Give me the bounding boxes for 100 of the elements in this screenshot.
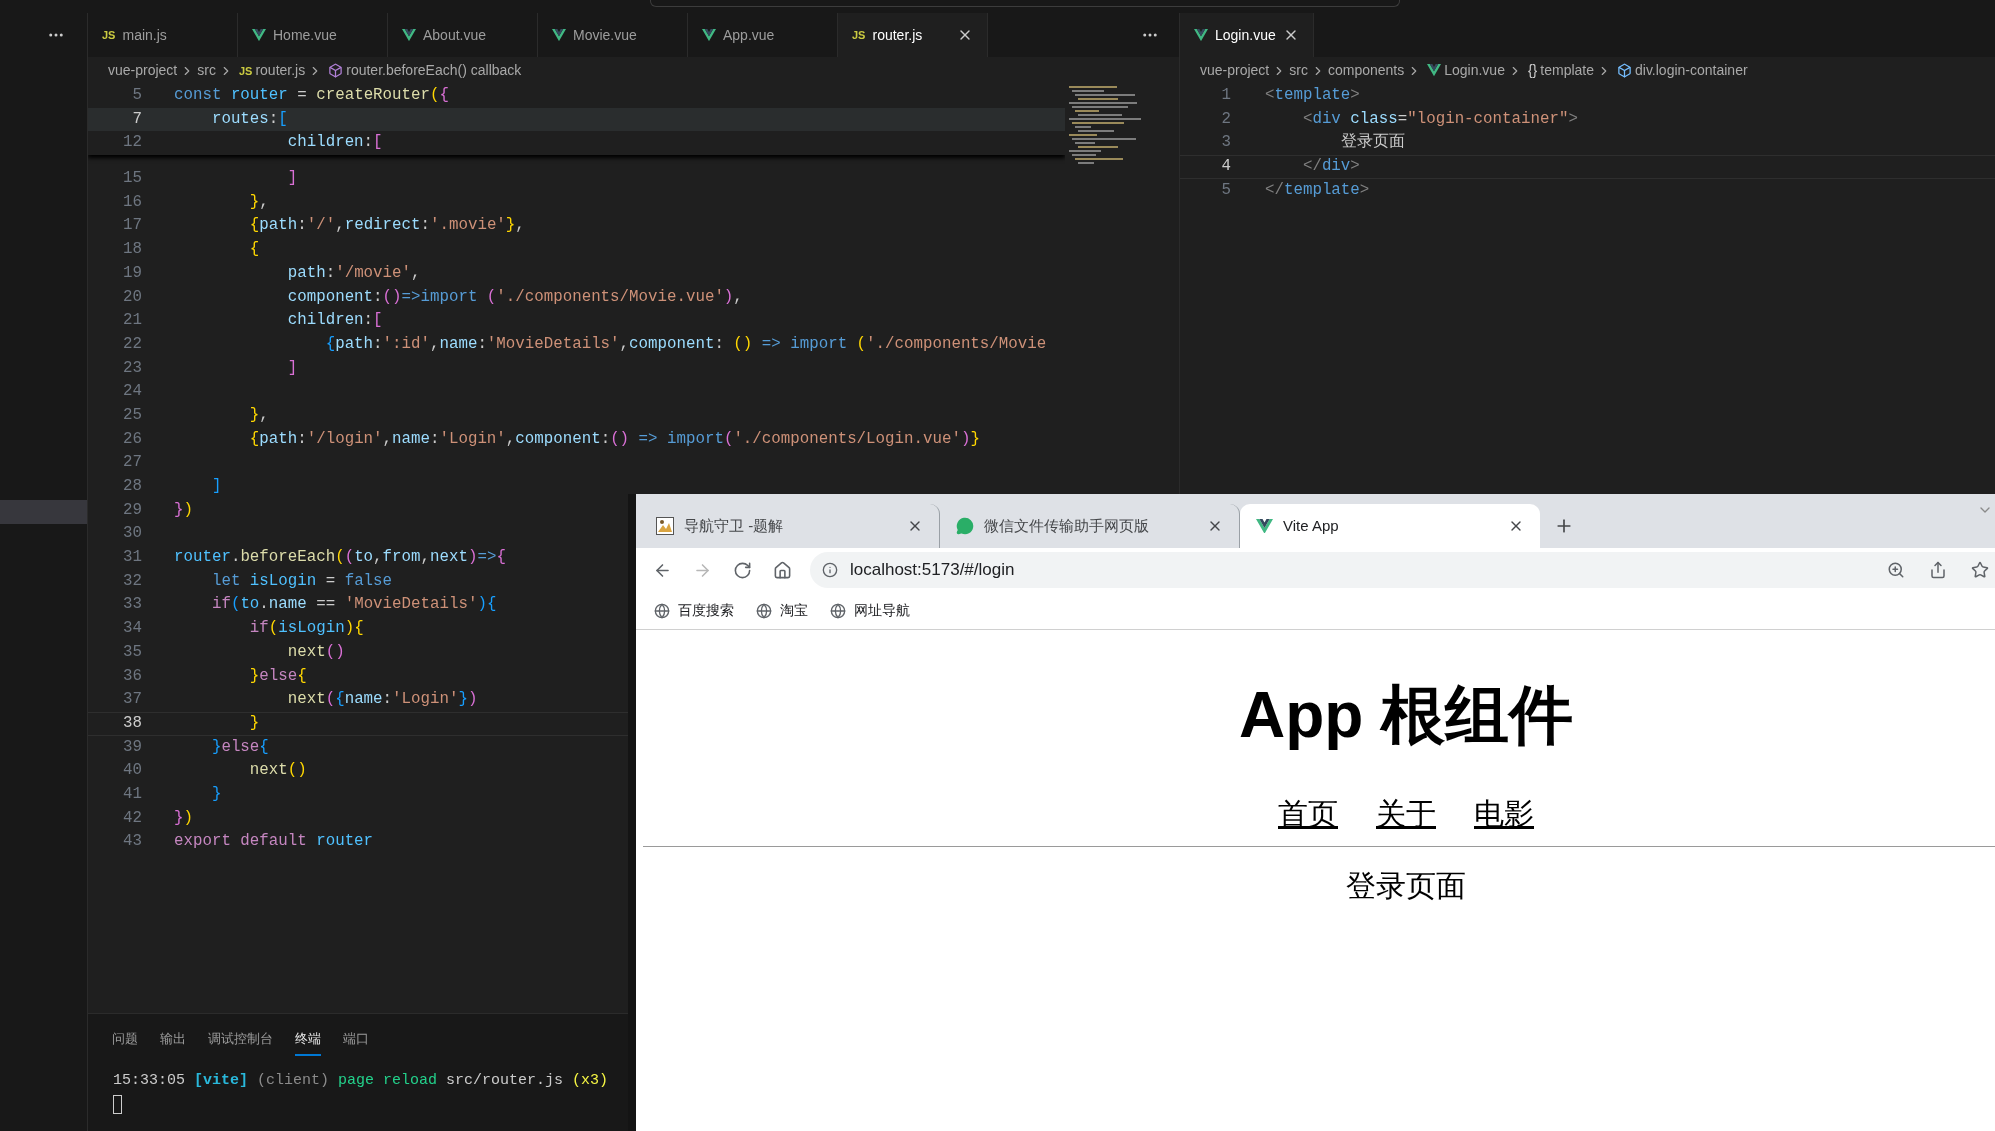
image-icon xyxy=(656,517,674,535)
code-line: </template> xyxy=(1265,179,1370,201)
code-line: {path:':id',name:'MovieDetails',component: () => import ('./components/Movie xyxy=(324,333,1047,355)
line-number: 32 xyxy=(122,570,142,592)
code-line: }) xyxy=(174,807,193,829)
line-number: 17 xyxy=(122,215,142,237)
line-number: 29 xyxy=(122,499,142,521)
zoom-icon[interactable] xyxy=(1887,561,1905,579)
code-line: }else{ xyxy=(248,665,307,687)
address-bar[interactable]: localhost:5173/#/login xyxy=(810,552,1995,588)
breadcrumb-item[interactable]: vue-project xyxy=(108,60,178,81)
line-number: 4 xyxy=(1220,156,1231,178)
code-line: component:()=>import ('./components/Movie.vue'), xyxy=(286,286,743,308)
code-line: ] xyxy=(210,476,222,497)
code-line: }else{ xyxy=(210,736,269,758)
breadcrumb-item[interactable]: vue-project xyxy=(1200,60,1270,81)
braces-icon: {} xyxy=(1527,62,1538,78)
code-line: <template> xyxy=(1265,85,1360,106)
bookmark[interactable]: 淘宝 xyxy=(756,600,808,621)
code-line: } xyxy=(248,712,260,734)
line-number: 31 xyxy=(122,547,142,569)
code-line: { xyxy=(248,239,260,261)
breadcrumb-item[interactable]: router.js xyxy=(255,60,306,81)
bookmark[interactable]: 百度搜索 xyxy=(654,600,734,621)
vue-logo-icon xyxy=(1427,64,1442,77)
code-line: path:'/movie', xyxy=(286,262,421,284)
code-line: 登录页面 xyxy=(1339,132,1405,154)
line-number: 26 xyxy=(122,428,142,450)
line-number: 36 xyxy=(122,665,142,687)
cube-icon xyxy=(328,63,344,78)
code-line: </div> xyxy=(1301,156,1360,178)
vue-logo-icon xyxy=(402,28,416,42)
line-number: 41 xyxy=(122,783,142,805)
vue-logo-icon xyxy=(1256,518,1273,534)
breadcrumb-item[interactable]: src xyxy=(1289,60,1308,81)
breadcrumb-item[interactable]: router.beforeEach() callback xyxy=(346,60,522,81)
panel-tab[interactable]: 终端 xyxy=(295,1028,321,1056)
line-number: 7 xyxy=(131,108,142,130)
code-line: next({name:'Login'}) xyxy=(286,689,478,711)
panel-tab[interactable]: 调试控制台 xyxy=(208,1028,273,1056)
line-number: 19 xyxy=(122,262,142,284)
chat-bubble-icon xyxy=(956,517,974,535)
code-line: let isLogin = false xyxy=(210,570,393,592)
star-icon[interactable] xyxy=(1971,561,1989,579)
line-number: 1 xyxy=(1220,85,1231,106)
nav-link[interactable]: 电影 xyxy=(1474,795,1534,833)
code-line: <div class="login-container"> xyxy=(1301,108,1578,130)
vue-logo-icon xyxy=(1194,28,1208,42)
panel-tab[interactable]: 端口 xyxy=(343,1028,369,1056)
line-number: 37 xyxy=(122,689,142,711)
code-line: }, xyxy=(248,404,269,426)
breadcrumb-item[interactable]: components xyxy=(1327,60,1405,81)
code-line: if(to.name == 'MovieDetails'){ xyxy=(210,594,497,616)
code-line: if(isLogin){ xyxy=(248,618,364,640)
editor-tab[interactable]: JS router.js xyxy=(838,13,988,57)
line-number: 28 xyxy=(122,476,142,497)
line-number: 3 xyxy=(1220,132,1231,154)
bookmark[interactable]: 网址导航 xyxy=(830,600,910,621)
code-line: router.beforeEach((to,from,next)=>{ xyxy=(174,547,506,569)
cube-icon xyxy=(1617,63,1632,78)
code-line: ] xyxy=(286,168,298,190)
line-number: 18 xyxy=(122,239,142,261)
code-line: {path:'/login',name:'Login',component:() => import('./components/Login.vue')} xyxy=(248,428,980,450)
share-icon[interactable] xyxy=(1929,561,1947,579)
code-line: }) xyxy=(174,499,193,521)
editor-tab[interactable]: Login.vue xyxy=(1180,13,1314,57)
line-number: 16 xyxy=(122,191,142,213)
info-icon[interactable] xyxy=(822,562,838,578)
code-line: }, xyxy=(248,191,269,213)
line-number: 23 xyxy=(122,357,142,379)
breadcrumb-item[interactable]: src xyxy=(197,60,216,81)
browser-tab[interactable]: Vite App xyxy=(1240,504,1540,548)
vue-logo-icon xyxy=(702,28,716,42)
js-file-icon: JS xyxy=(852,26,866,44)
code-line: } xyxy=(210,783,222,805)
code-line: const router = createRouter({ xyxy=(174,85,449,106)
line-number: 27 xyxy=(122,452,142,474)
code-line: export default router xyxy=(174,831,374,853)
js-file-icon: JS xyxy=(102,26,116,44)
line-number: 25 xyxy=(122,404,142,426)
breadcrumb-item[interactable]: template xyxy=(1540,60,1594,81)
nav-link[interactable]: 首页 xyxy=(1278,795,1338,833)
code-line: routes:[ xyxy=(210,108,288,130)
globe-icon xyxy=(830,602,846,619)
line-number: 43 xyxy=(122,831,142,853)
code-line: children:[ xyxy=(286,132,383,154)
line-number: 38 xyxy=(122,712,142,734)
breadcrumb-item[interactable]: div.login-container xyxy=(1635,60,1748,81)
line-number: 34 xyxy=(122,618,142,640)
panel-tab[interactable]: 问题 xyxy=(112,1028,138,1056)
breadcrumb-item[interactable]: Login.vue xyxy=(1444,60,1505,81)
terminal-cursor xyxy=(113,1094,122,1114)
vue-logo-icon xyxy=(552,28,566,42)
code-line: {path:'/',redirect:'.movie'}, xyxy=(248,215,525,237)
code-line: next() xyxy=(248,760,307,782)
line-number: 15 xyxy=(122,168,142,190)
panel-tab[interactable]: 输出 xyxy=(160,1028,186,1056)
nav-link[interactable]: 关于 xyxy=(1376,795,1436,833)
vue-logo-icon xyxy=(252,28,266,42)
line-number: 33 xyxy=(122,594,142,616)
